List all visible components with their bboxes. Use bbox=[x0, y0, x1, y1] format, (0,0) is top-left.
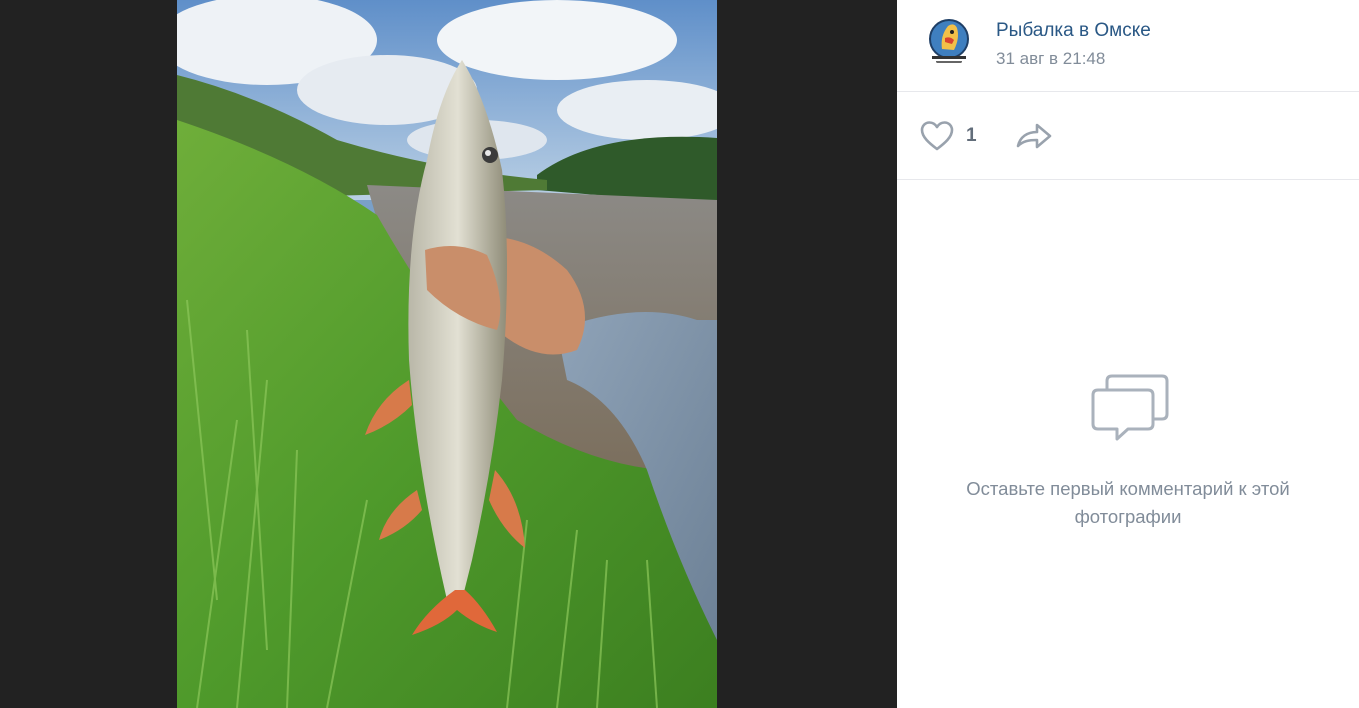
post-date[interactable]: 31 авг в 21:48 bbox=[996, 49, 1105, 69]
post-actions: 1 bbox=[897, 92, 1359, 180]
post-header: Рыбалка в Омске 31 авг в 21:48 bbox=[897, 0, 1359, 92]
comments-placeholder: Оставьте первый комментарий к этой фотог… bbox=[897, 180, 1359, 708]
group-name-link[interactable]: Рыбалка в Омске bbox=[996, 20, 1151, 42]
share-arrow-icon bbox=[1016, 123, 1052, 149]
post-side-panel: Рыбалка в Омске 31 авг в 21:48 1 Оставьт… bbox=[897, 0, 1359, 708]
post-photo[interactable] bbox=[177, 0, 717, 708]
comments-bubble-icon bbox=[1091, 374, 1169, 441]
like-button[interactable]: 1 bbox=[919, 120, 977, 152]
fish-photo-illustration bbox=[177, 0, 717, 708]
group-avatar[interactable] bbox=[924, 16, 974, 66]
share-button[interactable] bbox=[1015, 120, 1055, 152]
empty-comments-text: Оставьте первый комментарий к этой фотог… bbox=[966, 478, 1290, 527]
photo-viewer bbox=[0, 0, 897, 708]
fish-logo-icon bbox=[929, 19, 969, 63]
heart-icon bbox=[920, 121, 954, 151]
like-count: 1 bbox=[966, 125, 977, 146]
